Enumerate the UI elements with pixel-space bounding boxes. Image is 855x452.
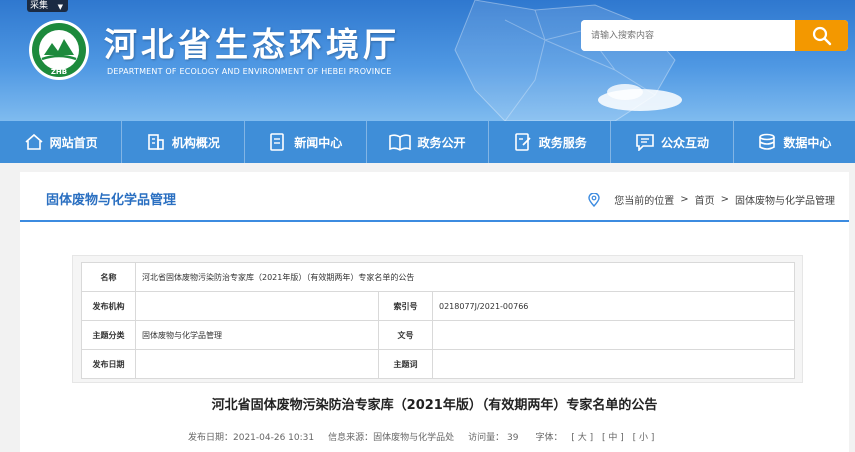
font-large-button[interactable]: [ 大 ] <box>571 433 593 443</box>
font-medium-button[interactable]: [ 中 ] <box>602 433 624 443</box>
docno-value <box>432 320 795 350</box>
nav-item-organization[interactable]: 机构概况 <box>122 121 245 163</box>
date-label: 发布日期 <box>81 349 136 379</box>
site-header: 采集 ▼ ZHB 河北省生态环境厅 DEPARTMENT OF ECOLOGY … <box>0 0 855 121</box>
topic-value: 固体废物与化学品管理 <box>135 320 379 350</box>
main-content: 固体废物与化学品管理 您当前的位置 > 首页 > 固体废物与化学品管理 名称 河… <box>20 172 849 452</box>
info-source: 信息来源：固体废物与化学品处 <box>328 433 455 443</box>
building-icon <box>148 134 164 150</box>
nav-item-news[interactable]: 新闻中心 <box>245 121 367 163</box>
logo-text: ZHB <box>51 68 67 76</box>
book-icon <box>389 134 412 151</box>
breadcrumb: 您当前的位置 > 首页 > 固体废物与化学品管理 <box>588 192 835 207</box>
font-size-label: 字体： <box>535 433 563 443</box>
nav-item-data-center[interactable]: 数据中心 <box>734 121 855 163</box>
index-label: 索引号 <box>378 291 433 321</box>
breadcrumb-separator: > <box>720 194 729 205</box>
nav-item-gov-affairs[interactable]: 政务公开 <box>367 121 490 163</box>
chat-icon <box>636 134 654 151</box>
breadcrumb-home[interactable]: 首页 <box>695 192 715 207</box>
hebei-map-decoration <box>454 0 682 121</box>
keyword-label: 主题词 <box>378 349 433 379</box>
search-input[interactable] <box>581 20 795 51</box>
caret-down-icon: ▼ <box>57 3 63 11</box>
table-row: 发布日期 主题词 <box>81 349 795 379</box>
main-nav: 网站首页 机构概况 新闻中心 政务公开 政务服务 公众互动 数据中心 <box>0 121 855 163</box>
site-title[interactable]: 河北省生态环境厅 <box>104 18 400 66</box>
database-icon <box>759 133 776 150</box>
news-icon <box>270 133 284 151</box>
breadcrumb-prefix: 您当前的位置 <box>614 196 675 207</box>
location-pin-icon <box>588 192 600 207</box>
nav-item-interaction[interactable]: 公众互动 <box>611 121 734 163</box>
name-label: 名称 <box>81 262 136 292</box>
org-label: 发布机构 <box>81 291 136 321</box>
breadcrumb-separator: > <box>680 194 689 205</box>
date-value <box>135 349 379 379</box>
table-row: 发布机构 索引号 0218077J/2021-00766 <box>81 291 795 321</box>
care-mode-dropdown[interactable]: 采集 ▼ <box>27 0 68 12</box>
home-icon <box>25 133 43 150</box>
zhb-logo: ZHB <box>29 20 89 80</box>
index-value: 0218077J/2021-00766 <box>432 291 795 321</box>
search-box <box>581 20 848 51</box>
docno-label: 文号 <box>378 320 433 350</box>
view-count: 访问量： 39 <box>468 433 519 443</box>
document-info-table: 名称 河北省固体废物污染防治专家库（2021年版）（有效期两年）专家名单的公告 … <box>81 262 795 379</box>
table-row: 名称 河北省固体废物污染防治专家库（2021年版）（有效期两年）专家名单的公告 <box>81 262 795 292</box>
document-info-box: 名称 河北省固体废物污染防治专家库（2021年版）（有效期两年）专家名单的公告 … <box>72 255 803 383</box>
keyword-value <box>432 349 795 379</box>
font-small-button[interactable]: [ 小 ] <box>633 433 655 443</box>
publish-date: 发布日期：2021-04-26 10:31 <box>188 433 315 443</box>
topic-label: 主题分类 <box>81 320 136 350</box>
nav-item-home[interactable]: 网站首页 <box>0 121 123 163</box>
section-header: 固体废物与化学品管理 您当前的位置 > 首页 > 固体废物与化学品管理 <box>20 172 849 222</box>
site-subtitle: DEPARTMENT OF ECOLOGY AND ENVIRONMENT OF… <box>107 67 392 76</box>
article-meta: 发布日期：2021-04-26 10:31 信息来源：固体废物与化学品处 访问量… <box>188 430 657 443</box>
article-title: 河北省固体废物污染防治专家库（2021年版）（有效期两年）专家名单的公告 <box>211 398 658 413</box>
search-icon <box>812 26 831 45</box>
org-value <box>135 291 379 321</box>
font-size-controls: 字体： [ 大 ] [ 中 ] [ 小 ] <box>532 430 657 443</box>
search-button[interactable] <box>795 20 848 51</box>
section-title[interactable]: 固体废物与化学品管理 <box>46 189 176 208</box>
nav-item-gov-service[interactable]: 政务服务 <box>489 121 612 163</box>
breadcrumb-current[interactable]: 固体废物与化学品管理 <box>735 192 835 207</box>
service-icon <box>514 133 531 151</box>
table-row: 主题分类 固体废物与化学品管理 文号 <box>81 320 795 350</box>
name-value: 河北省固体废物污染防治专家库（2021年版）（有效期两年）专家名单的公告 <box>135 262 795 292</box>
